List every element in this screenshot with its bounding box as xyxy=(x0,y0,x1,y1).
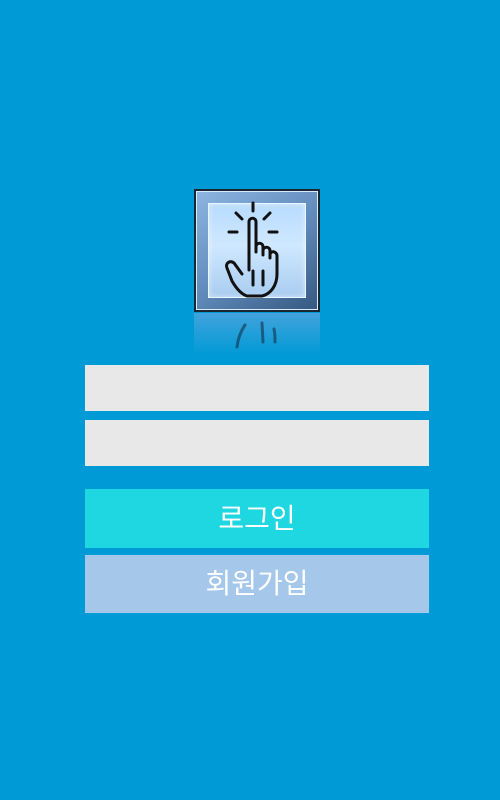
app-logo xyxy=(194,189,320,312)
tap-hand-reflection-icon xyxy=(235,321,277,349)
id-input[interactable] xyxy=(85,365,429,411)
password-input[interactable] xyxy=(85,420,429,466)
logo-reflection xyxy=(194,313,320,355)
login-button[interactable]: 로그인 xyxy=(85,489,429,548)
tap-hand-icon xyxy=(225,201,279,298)
signup-button[interactable]: 회원가입 xyxy=(85,555,429,613)
